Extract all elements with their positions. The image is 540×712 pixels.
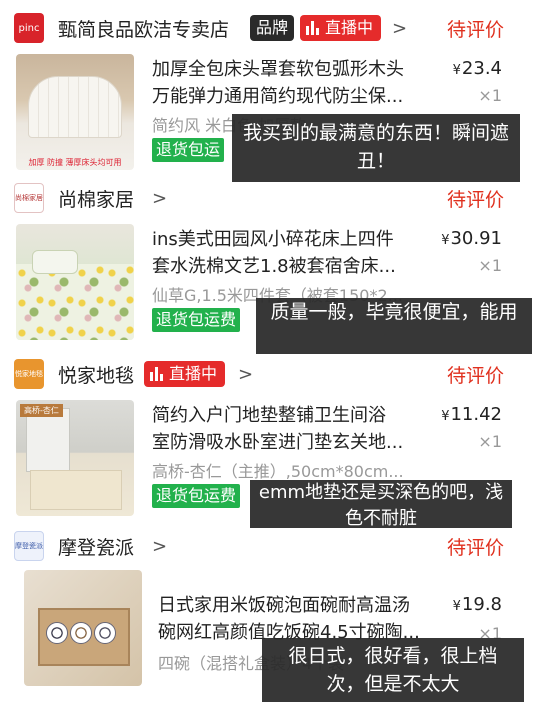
return-shipping-tag: 退货包运费 bbox=[152, 484, 241, 508]
headboard-shape bbox=[28, 76, 122, 138]
product-price: ¥30.91 bbox=[441, 228, 502, 249]
order-card: 悦家地毯 悦家地毯 直播中 > 待评价 高桥-杏仁 简约入户门地垫整铺卫生间浴 … bbox=[0, 354, 540, 530]
product-price: ¥19.8 bbox=[452, 594, 502, 615]
product-quantity: ×1 bbox=[478, 86, 502, 105]
return-shipping-tag: 退货包运 bbox=[152, 138, 225, 162]
product-quantity: ×1 bbox=[478, 432, 502, 451]
shop-logo: 悦家地毯 bbox=[14, 359, 44, 389]
order-status: 待评价 bbox=[446, 536, 504, 559]
chevron-right-icon[interactable]: > bbox=[392, 18, 407, 39]
chevron-right-icon[interactable]: > bbox=[152, 188, 167, 209]
shop-name[interactable]: 尚棉家居 bbox=[58, 185, 134, 212]
order-card: 摩登瓷派 摩登瓷派 > 待评价 日式家用米饭碗泡面碗耐高温汤 碗网红高颜值吃饭碗… bbox=[0, 526, 540, 712]
chevron-right-icon[interactable]: > bbox=[152, 536, 167, 557]
shop-header[interactable]: 悦家地毯 悦家地毯 直播中 > 待评价 bbox=[0, 354, 540, 394]
product-title[interactable]: 加厚全包床头罩套软包弧形木头 万能弹力通用简约现代防尘保... bbox=[152, 56, 436, 110]
shop-logo: 摩登瓷派 bbox=[14, 531, 44, 561]
bedding-pattern bbox=[16, 264, 134, 340]
shop-name[interactable]: 悦家地毯 bbox=[58, 361, 134, 388]
shop-header[interactable]: pinc 甄简良品欧洁专卖店 品牌 直播中 > 待评价 bbox=[0, 8, 540, 48]
product-price: ¥23.4 bbox=[452, 58, 502, 79]
pillow-shape bbox=[32, 250, 78, 274]
product-thumbnail[interactable]: 高桥-杏仁 bbox=[16, 400, 134, 516]
product-quantity: ×1 bbox=[478, 256, 502, 275]
thumb-caption: 高桥-杏仁 bbox=[20, 404, 63, 417]
thumb-caption: 加厚 防撞 薄厚床头均可用 bbox=[28, 158, 122, 167]
live-badge[interactable]: 直播中 bbox=[144, 361, 226, 387]
product-thumbnail[interactable] bbox=[16, 224, 134, 340]
doormat-shape bbox=[30, 470, 122, 510]
shop-logo: pinc bbox=[14, 13, 44, 43]
shop-header[interactable]: 摩登瓷派 摩登瓷派 > 待评价 bbox=[0, 526, 540, 566]
product-title[interactable]: ins美式田园风小碎花床上四件 套水洗棉文艺1.8被套宿舍床... bbox=[152, 226, 436, 280]
review-overlay: emm地垫还是买深色的吧，浅色不耐脏 bbox=[250, 480, 512, 528]
review-overlay: 我买到的最满意的东西！瞬间遮丑！ bbox=[232, 114, 520, 182]
product-sku: 高桥-杏仁（主推）,50cm*80cm... bbox=[152, 462, 404, 481]
order-card: 尚棉家居 尚棉家居 > 待评价 ins美式田园风小碎花床上四件 套水洗棉文艺1.… bbox=[0, 178, 540, 354]
live-icon bbox=[306, 21, 319, 35]
brand-badge: 品牌 bbox=[250, 15, 295, 41]
review-overlay: 很日式，很好看，很上档次，但是不太大 bbox=[262, 638, 524, 702]
order-card: pinc 甄简良品欧洁专卖店 品牌 直播中 > 待评价 加厚 防撞 薄厚床头均可… bbox=[0, 0, 540, 182]
live-badge[interactable]: 直播中 bbox=[300, 15, 382, 41]
door-shape bbox=[26, 408, 70, 472]
product-title[interactable]: 简约入户门地垫整铺卫生间浴 室防滑吸水卧室进门垫玄关地... bbox=[152, 402, 436, 456]
product-price: ¥11.42 bbox=[441, 404, 502, 425]
shop-logo: 尚棉家居 bbox=[14, 183, 44, 213]
shop-name[interactable]: 甄简良品欧洁专卖店 bbox=[58, 15, 229, 42]
shop-name[interactable]: 摩登瓷派 bbox=[58, 533, 134, 560]
order-status: 待评价 bbox=[446, 364, 504, 387]
chevron-right-icon[interactable]: > bbox=[238, 364, 253, 385]
order-status: 待评价 bbox=[446, 188, 504, 211]
shop-header[interactable]: 尚棉家居 尚棉家居 > 待评价 bbox=[0, 178, 540, 218]
review-overlay: 质量一般，毕竟很便宜，能用 bbox=[256, 298, 532, 354]
bowl-shape bbox=[94, 622, 116, 644]
return-shipping-tag: 退货包运费 bbox=[152, 308, 241, 332]
bowl-shape bbox=[46, 622, 68, 644]
product-thumbnail[interactable]: 加厚 防撞 薄厚床头均可用 bbox=[16, 54, 134, 170]
product-thumbnail[interactable] bbox=[24, 570, 142, 686]
bowl-shape bbox=[70, 622, 92, 644]
live-icon bbox=[150, 367, 163, 381]
order-status: 待评价 bbox=[446, 18, 504, 41]
